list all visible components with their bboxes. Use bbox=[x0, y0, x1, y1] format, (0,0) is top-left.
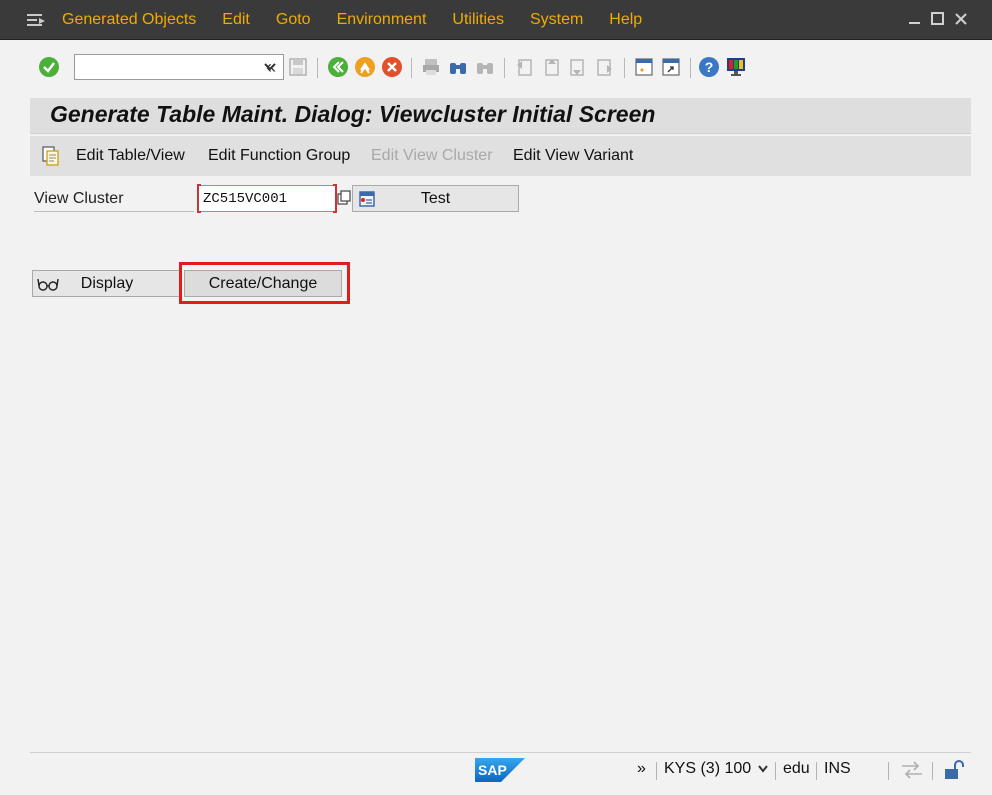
collapse-command-button[interactable]: « bbox=[260, 56, 282, 78]
last-page-icon bbox=[597, 59, 612, 76]
edit-table-view-button[interactable]: Edit Table/View bbox=[40, 136, 185, 176]
insert-mode[interactable]: INS bbox=[824, 760, 851, 778]
shortcut-icon bbox=[662, 58, 680, 76]
shortcut-button[interactable] bbox=[660, 56, 682, 78]
application-toolbar: Edit Table/View Edit Function Group Edit… bbox=[30, 136, 971, 176]
screen-title-bar: Generate Table Maint. Dialog: Viewcluste… bbox=[30, 98, 971, 134]
checkmark-icon bbox=[39, 57, 59, 77]
svg-text:?: ? bbox=[705, 59, 714, 75]
binoculars-icon bbox=[450, 63, 466, 74]
status-separator bbox=[816, 762, 817, 780]
toolbar-separator bbox=[690, 58, 691, 78]
menu-bar: Generated Objects Edit Goto Environment … bbox=[0, 0, 992, 40]
toolbar-separator bbox=[411, 58, 412, 78]
standard-toolbar: « ? bbox=[30, 48, 970, 88]
display-button[interactable]: Display bbox=[32, 270, 182, 297]
display-label: Display bbox=[80, 274, 134, 292]
status-expand-button[interactable]: » bbox=[637, 760, 646, 778]
toolbar-separator bbox=[504, 58, 505, 78]
back-button[interactable] bbox=[327, 56, 349, 78]
glasses-icon bbox=[37, 278, 59, 291]
next-page-icon bbox=[570, 59, 584, 76]
menu-edit[interactable]: Edit bbox=[222, 11, 250, 29]
chevron-down-icon[interactable] bbox=[757, 764, 769, 774]
command-field[interactable] bbox=[74, 54, 284, 80]
find-next-icon bbox=[477, 63, 493, 74]
exit-button[interactable] bbox=[354, 56, 376, 78]
new-session-icon bbox=[635, 58, 653, 76]
next-page-button[interactable] bbox=[567, 56, 589, 78]
status-separator bbox=[775, 762, 776, 780]
menu-system[interactable]: System bbox=[530, 11, 583, 29]
edit-function-group-button[interactable]: Edit Function Group bbox=[208, 136, 350, 176]
required-marker bbox=[197, 184, 201, 213]
help-icon: ? bbox=[699, 57, 719, 77]
toolbar-separator bbox=[317, 58, 318, 78]
sap-logo: SAP bbox=[475, 758, 525, 782]
exit-icon bbox=[355, 57, 375, 77]
print-icon bbox=[423, 59, 439, 75]
previous-page-button[interactable] bbox=[540, 56, 562, 78]
print-button[interactable] bbox=[420, 56, 442, 78]
view-cluster-label: View Cluster bbox=[34, 187, 194, 212]
find-next-button[interactable] bbox=[474, 56, 496, 78]
test-button[interactable]: Test bbox=[352, 185, 519, 212]
sap-gui-window: Generated Objects Edit Goto Environment … bbox=[0, 0, 992, 795]
sap-logo-text: SAP bbox=[478, 762, 507, 778]
edit-table-view-label: Edit Table/View bbox=[76, 147, 185, 164]
user-name: edu bbox=[783, 760, 810, 777]
test-icon bbox=[359, 191, 375, 207]
last-page-button[interactable] bbox=[594, 56, 616, 78]
first-page-icon bbox=[517, 59, 532, 76]
document-copy-icon bbox=[42, 146, 59, 166]
cancel-icon bbox=[382, 57, 402, 77]
save-button[interactable] bbox=[287, 56, 309, 78]
toolbar-separator bbox=[624, 58, 625, 78]
monitor-icon bbox=[727, 58, 745, 76]
enter-button[interactable] bbox=[38, 56, 60, 78]
previous-page-icon bbox=[545, 59, 559, 76]
test-label: Test bbox=[420, 189, 451, 207]
system-info[interactable]: KYS (3) 100 bbox=[664, 760, 751, 778]
status-separator bbox=[888, 762, 889, 780]
view-cluster-input[interactable]: ZC515VC001 bbox=[197, 184, 337, 213]
highlight-box bbox=[179, 262, 350, 304]
status-divider bbox=[30, 752, 971, 753]
menu-environment[interactable]: Environment bbox=[337, 11, 427, 29]
maximize-icon[interactable] bbox=[929, 10, 947, 28]
help-button[interactable]: ? bbox=[698, 56, 720, 78]
save-icon bbox=[289, 58, 307, 76]
back-icon bbox=[328, 57, 348, 77]
unlock-icon[interactable] bbox=[942, 759, 964, 781]
edit-view-cluster-button: Edit View Cluster bbox=[371, 147, 493, 164]
value-help-icon[interactable] bbox=[337, 190, 351, 206]
customize-layout-button[interactable] bbox=[725, 56, 747, 78]
connection-icon[interactable] bbox=[900, 760, 924, 780]
close-icon[interactable] bbox=[952, 10, 970, 28]
menu-help[interactable]: Help bbox=[609, 11, 642, 29]
menu-expand-icon[interactable] bbox=[26, 12, 46, 30]
status-separator bbox=[932, 762, 933, 780]
view-cluster-value: ZC515VC001 bbox=[203, 191, 288, 207]
find-button[interactable] bbox=[447, 56, 469, 78]
menu-utilities[interactable]: Utilities bbox=[452, 11, 504, 29]
menu-goto[interactable]: Goto bbox=[276, 11, 311, 29]
first-page-button[interactable] bbox=[513, 56, 535, 78]
minimize-icon[interactable] bbox=[906, 10, 924, 28]
status-bar: SAP » KYS (3) 100 edu INS bbox=[0, 756, 992, 786]
page-title: Generate Table Maint. Dialog: Viewcluste… bbox=[50, 101, 656, 127]
cancel-button[interactable] bbox=[381, 56, 403, 78]
command-input[interactable] bbox=[75, 55, 255, 79]
edit-view-variant-button[interactable]: Edit View Variant bbox=[513, 136, 633, 176]
menu-generated-objects[interactable]: Generated Objects bbox=[62, 11, 196, 29]
new-session-button[interactable] bbox=[633, 56, 655, 78]
status-separator bbox=[656, 762, 657, 780]
